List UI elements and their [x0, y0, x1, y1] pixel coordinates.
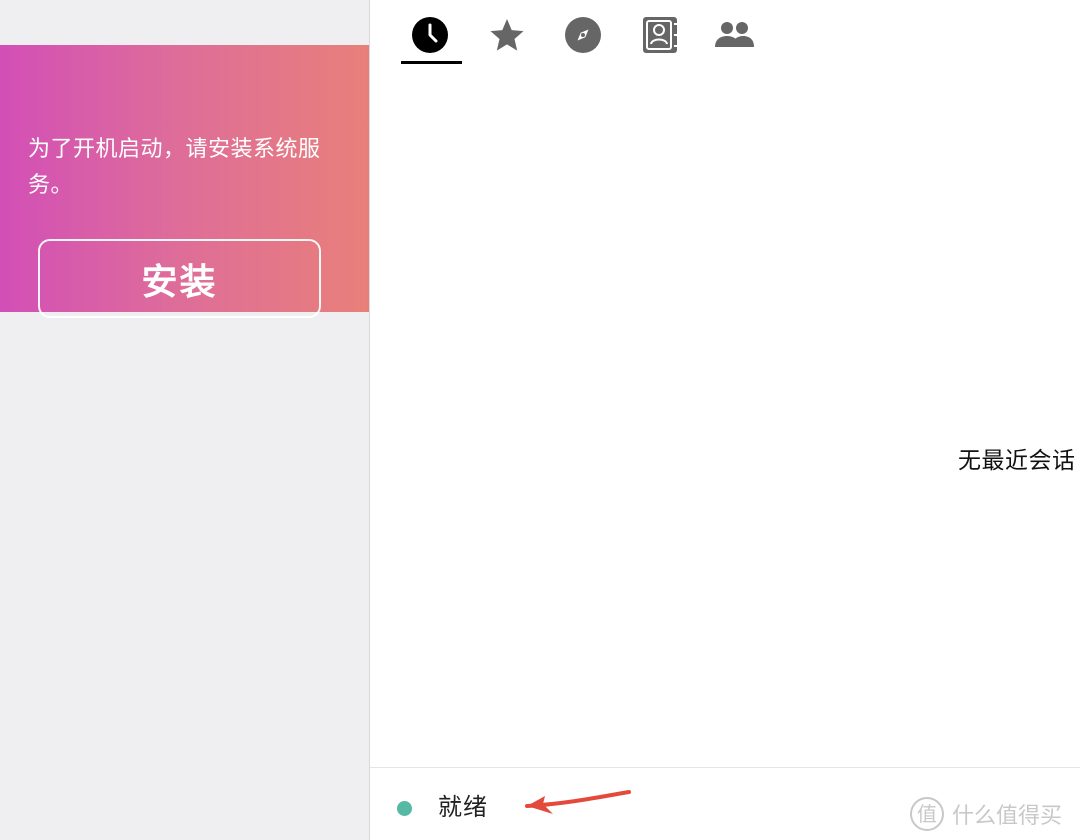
tab-discover[interactable] [555, 9, 611, 61]
install-service-banner: 为了开机启动，请安装系统服务。 安装 [0, 45, 369, 318]
watermark: 值 什么值得买 [910, 796, 1062, 832]
red-annotation-arrow [525, 790, 631, 814]
left-sidebar: 为了开机启动，请安装系统服务。 安装 [0, 0, 370, 840]
tab-recent[interactable] [402, 9, 458, 61]
main-tab-bar [370, 0, 1080, 70]
star-icon [490, 19, 524, 51]
status-label: 就绪 [438, 793, 488, 821]
selected-tab-indicator [401, 61, 462, 64]
main-panel: 无最近会话 就绪 值 什么值得买 [370, 0, 1080, 840]
clock-icon [412, 17, 448, 53]
compass-icon [565, 17, 601, 53]
status-indicator-dot [397, 801, 412, 816]
empty-recent-conversations-message: 无最近会话 [958, 448, 1076, 474]
tab-favorites[interactable] [479, 9, 535, 61]
people-icon [715, 22, 754, 47]
messaging-app-window: 为了开机启动，请安装系统服务。 安装 无最近会话 就绪 值 什么值得买 [0, 0, 1080, 840]
watermark-logo: 值 [910, 797, 944, 831]
contact-book-icon [643, 17, 678, 53]
tab-groups[interactable] [706, 9, 762, 61]
install-button[interactable]: 安装 [38, 239, 321, 318]
watermark-text: 什么值得买 [952, 804, 1063, 829]
status-bar: 就绪 值 什么值得买 [370, 767, 1080, 840]
tab-contacts[interactable] [632, 9, 688, 61]
install-service-message: 为了开机启动，请安装系统服务。 [28, 137, 321, 198]
